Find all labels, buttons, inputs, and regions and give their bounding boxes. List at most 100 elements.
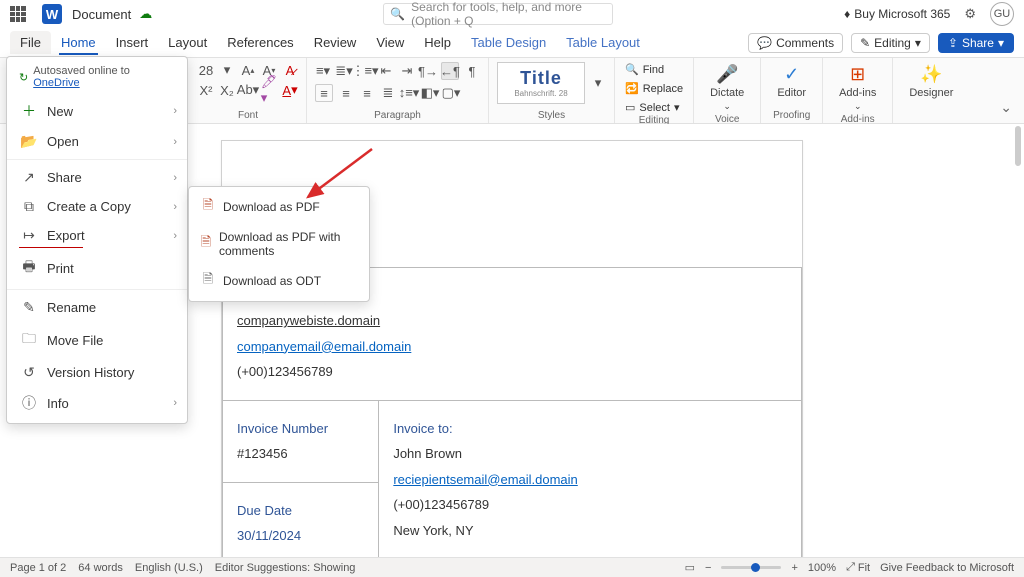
file-version-history-button[interactable]: ↺Version History	[7, 358, 187, 387]
find-button[interactable]: 🔍Find	[623, 62, 685, 77]
file-rename-button[interactable]: ✎Rename	[7, 293, 187, 322]
align-right-button[interactable]: ≡	[359, 85, 375, 101]
show-marks-button[interactable]: ¶	[464, 63, 480, 79]
export-odt-button[interactable]: 🗎Download as ODT	[189, 264, 369, 298]
ribbon-collapse-button[interactable]: ⌄	[994, 95, 1024, 120]
tab-view[interactable]: View	[366, 31, 414, 54]
buy-microsoft-365-link[interactable]: ♦Buy Microsoft 365	[844, 7, 950, 21]
invoice-number: #123456	[237, 444, 364, 464]
status-bar: Page 1 of 2 64 words English (U.S.) Edit…	[0, 557, 1024, 577]
grow-font-button[interactable]: A▴	[240, 62, 256, 78]
select-button[interactable]: ▭Select▾	[623, 100, 685, 115]
page-status[interactable]: Page 1 of 2	[10, 562, 66, 574]
export-submenu: 🗎Download as PDF 🗎Download as PDF with c…	[188, 186, 370, 302]
rtl-button[interactable]: ←¶	[441, 62, 459, 80]
avatar[interactable]: GU	[990, 2, 1014, 26]
dictate-button[interactable]: 🎤Dictate⌄	[702, 62, 752, 114]
chevron-down-icon[interactable]: ▾	[219, 62, 235, 78]
comments-button[interactable]: 💬Comments	[748, 33, 843, 53]
fit-button[interactable]: ⤢Fit	[846, 561, 870, 574]
file-print-button[interactable]: 🖶Print	[7, 250, 187, 286]
borders-button[interactable]: ▢▾	[443, 85, 459, 101]
file-move-button[interactable]: 🗀Move File	[7, 322, 187, 358]
increase-indent-button[interactable]: ⇥	[399, 63, 415, 79]
share-icon: ⇪	[948, 36, 958, 50]
app-launcher-icon[interactable]	[10, 6, 26, 22]
decrease-indent-button[interactable]: ⇤	[378, 63, 394, 79]
file-share-button[interactable]: ↗Share›	[7, 163, 187, 192]
search-placeholder: Search for tools, help, and more (Option…	[411, 0, 606, 28]
file-create-copy-button[interactable]: ⧉Create a Copy›	[7, 192, 187, 221]
clear-formatting-button[interactable]: A̷	[282, 62, 298, 78]
settings-gear-icon[interactable]: ⚙	[964, 6, 976, 22]
editor-icon: ✓	[784, 64, 799, 85]
rename-icon: ✎	[19, 299, 39, 316]
editor-button[interactable]: ✓Editor	[769, 62, 814, 101]
align-left-button[interactable]: ≡	[315, 84, 333, 102]
bullets-button[interactable]: ≡▾	[315, 63, 331, 79]
numbering-button[interactable]: ≣▾	[336, 63, 352, 79]
style-title-button[interactable]: Title Bahnschrift. 28	[497, 62, 585, 104]
recipient-email-link[interactable]: reciepientsemail@email.domain	[393, 472, 577, 487]
tab-references[interactable]: References	[217, 31, 303, 54]
shading-button[interactable]: ◧▾	[422, 85, 438, 101]
language-status[interactable]: English (U.S.)	[135, 562, 203, 574]
export-pdf-comments-button[interactable]: 🗎Download as PDF with comments	[189, 224, 369, 264]
justify-button[interactable]: ≣	[380, 85, 396, 101]
file-menu-dropdown: ↻ Autosaved online to OneDrive ＋New› 📂Op…	[6, 56, 188, 424]
ltr-button[interactable]: ¶→	[420, 63, 436, 79]
tab-home[interactable]: Home	[51, 31, 106, 54]
font-color-button[interactable]: A▾	[282, 82, 298, 98]
subscript-button[interactable]: X₂	[219, 82, 235, 98]
tab-file[interactable]: File	[10, 31, 51, 54]
ribbon-paragraph-group: ≡▾ ≣▾ ⋮≡▾ ⇤ ⇥ ¶→ ←¶ ¶ ≡ ≡ ≡ ≣ ↕≡▾ ◧▾ ▢▾ …	[307, 58, 489, 123]
file-new-button[interactable]: ＋New›	[7, 95, 187, 127]
feedback-link[interactable]: Give Feedback to Microsoft	[880, 562, 1014, 574]
tab-review[interactable]: Review	[304, 31, 367, 54]
export-icon: ↦	[19, 227, 39, 244]
zoom-out-button[interactable]: −	[705, 562, 711, 574]
multilevel-list-button[interactable]: ⋮≡▾	[357, 63, 373, 79]
recipient-phone: (+00)123456789	[393, 495, 787, 515]
font-size-dropdown[interactable]: 28	[198, 62, 214, 78]
tab-table-layout[interactable]: Table Layout	[556, 31, 650, 54]
tab-layout[interactable]: Layout	[158, 31, 217, 54]
designer-icon: ✨	[920, 64, 942, 85]
tab-table-design[interactable]: Table Design	[461, 31, 556, 54]
chevron-right-icon: ›	[173, 201, 177, 213]
share-icon: ↗	[19, 169, 39, 186]
tab-insert[interactable]: Insert	[106, 31, 159, 54]
designer-button[interactable]: ✨Designer	[901, 62, 961, 101]
export-pdf-button[interactable]: 🗎Download as PDF	[189, 190, 369, 224]
share-button[interactable]: ⇪Share▾	[938, 33, 1014, 53]
zoom-slider[interactable]	[721, 566, 781, 569]
align-center-button[interactable]: ≡	[338, 85, 354, 101]
ribbon-group-label: Proofing	[769, 110, 814, 122]
search-input[interactable]: 🔍 Search for tools, help, and more (Opti…	[383, 3, 613, 25]
editing-mode-button[interactable]: ✎Editing▾	[851, 33, 930, 53]
file-open-button[interactable]: 📂Open›	[7, 127, 187, 156]
addins-icon: ⊞	[850, 64, 865, 85]
file-info-button[interactable]: ⓘInfo›	[7, 387, 187, 419]
editor-suggestions-status[interactable]: Editor Suggestions: Showing	[215, 562, 356, 574]
onedrive-link[interactable]: OneDrive	[33, 77, 79, 89]
line-spacing-button[interactable]: ↕≡▾	[401, 85, 417, 101]
annotation-underline	[19, 247, 83, 248]
text-effects-button[interactable]: Ab▾	[240, 82, 256, 98]
word-count[interactable]: 64 words	[78, 562, 123, 574]
addins-button[interactable]: ⊞Add-ins⌄	[831, 62, 884, 114]
zoom-level[interactable]: 100%	[808, 562, 836, 574]
tab-help[interactable]: Help	[414, 31, 461, 54]
zoom-in-button[interactable]: +	[791, 562, 797, 574]
superscript-button[interactable]: X²	[198, 82, 214, 98]
replace-button[interactable]: 🔁Replace	[623, 81, 685, 96]
highlight-button[interactable]: 🖊▾	[261, 82, 277, 98]
document-title[interactable]: Document	[72, 7, 131, 22]
company-email-link[interactable]: companyemail@email.domain	[237, 339, 411, 354]
reading-view-button[interactable]: ▭	[685, 561, 695, 574]
diamond-icon: ♦	[844, 7, 850, 21]
vertical-scrollbar[interactable]	[1012, 124, 1022, 557]
styles-more-button[interactable]: ▾	[590, 75, 606, 91]
chevron-down-icon: ▾	[998, 36, 1004, 50]
file-export-button[interactable]: ↦Export›	[7, 221, 187, 250]
